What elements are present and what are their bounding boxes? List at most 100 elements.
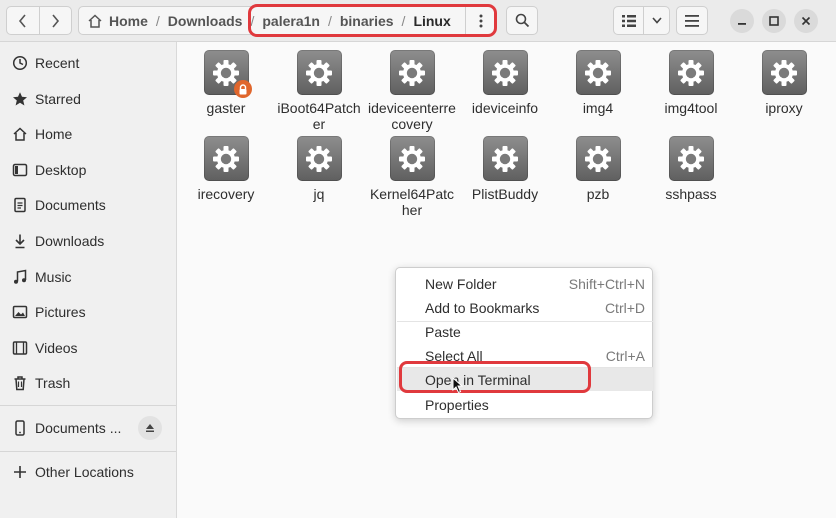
- gear-icon: [771, 59, 797, 86]
- sidebar-item-music[interactable]: Music: [0, 260, 176, 294]
- trash-icon: [12, 375, 28, 391]
- sidebar-item-pictures[interactable]: Pictures: [0, 295, 176, 329]
- sidebar-item-recent[interactable]: Recent: [0, 46, 176, 80]
- minimize-button[interactable]: [730, 9, 754, 33]
- file-name: pzb: [586, 186, 610, 202]
- sidebar-item-home[interactable]: Home: [0, 117, 176, 151]
- file-name: ideviceinfo: [471, 100, 539, 116]
- sidebar-item-label: Trash: [35, 375, 71, 391]
- gear-icon: [492, 59, 518, 86]
- sidebar-item-label: Downloads: [35, 233, 105, 249]
- view-toggle-group: [613, 6, 670, 35]
- eject-button[interactable]: [138, 416, 162, 440]
- music-icon: [12, 269, 28, 285]
- sidebar-item-label: Pictures: [35, 304, 86, 320]
- sidebar-item-label: Starred: [35, 91, 81, 107]
- gear-icon: [399, 145, 425, 172]
- file-item[interactable]: PlistBuddy: [460, 136, 550, 202]
- eject-icon: [146, 424, 154, 432]
- menu-button[interactable]: [676, 6, 708, 35]
- executable-file-icon: [296, 136, 342, 181]
- terminal-highlight-annotation: [399, 361, 591, 393]
- hamburger-icon: [685, 14, 699, 27]
- file-item[interactable]: ideviceinfo: [460, 50, 550, 116]
- search-icon: [515, 13, 529, 28]
- sidebar-item-trash[interactable]: Trash: [0, 366, 176, 400]
- menu-item-add-to-bookmarks[interactable]: Add to Bookmarks Ctrl+D: [397, 296, 653, 319]
- home-icon: [12, 126, 28, 142]
- sidebar-item-label: Music: [35, 269, 72, 285]
- maximize-button[interactable]: [762, 9, 786, 33]
- executable-file-icon: [389, 50, 435, 95]
- sidebar-item-videos[interactable]: Videos: [0, 331, 176, 365]
- executable-file-icon: [482, 136, 528, 181]
- menu-item-label: Add to Bookmarks: [425, 299, 540, 316]
- file-item[interactable]: irecovery: [181, 136, 271, 202]
- chevron-down-icon: [651, 17, 662, 24]
- file-item[interactable]: iproxy: [739, 50, 829, 116]
- sidebar-item-label: Home: [35, 126, 73, 142]
- menu-item-new-folder[interactable]: New Folder Shift+Ctrl+N: [397, 272, 653, 295]
- chevron-right-icon: [52, 13, 60, 28]
- gear-icon: [306, 145, 332, 172]
- sidebar-item-desktop[interactable]: Desktop: [0, 153, 176, 187]
- file-name: Kernel64Patcher: [369, 186, 455, 218]
- sidebar-item-other-locations[interactable]: Other Locations: [0, 455, 176, 489]
- path-separator: /: [155, 12, 160, 29]
- list-view-button[interactable]: [614, 7, 644, 34]
- sidebar-item-label: Documents: [35, 197, 106, 213]
- executable-file-icon: [668, 50, 714, 95]
- executable-file-icon: [575, 50, 621, 95]
- desktop-icon: [12, 162, 28, 178]
- file-item[interactable]: img4tool: [646, 50, 736, 116]
- executable-file-icon: [296, 50, 342, 95]
- gear-icon: [585, 59, 611, 86]
- path-segment-downloads[interactable]: Downloads: [168, 7, 243, 34]
- file-item[interactable]: img4: [553, 50, 643, 116]
- menu-item-label: Properties: [425, 396, 489, 413]
- gear-icon: [678, 59, 704, 86]
- view-options-button[interactable]: [644, 7, 669, 34]
- file-item[interactable]: sshpass: [646, 136, 736, 202]
- file-item[interactable]: ideviceenterrecovery: [367, 50, 457, 132]
- sidebar-item-label: Recent: [35, 55, 80, 71]
- back-button[interactable]: [7, 7, 39, 34]
- file-name: sshpass: [665, 186, 717, 202]
- sidebar-item-starred[interactable]: Starred: [0, 82, 176, 116]
- sidebar-item-documents[interactable]: Documents: [0, 188, 176, 222]
- path-home[interactable]: Home: [79, 7, 148, 34]
- executable-file-icon: [389, 136, 435, 181]
- picture-icon: [12, 304, 28, 320]
- file-name: img4: [582, 100, 614, 116]
- sidebar: Recent Starred Home Desktop Documents Do…: [0, 42, 177, 518]
- file-name: PlistBuddy: [471, 186, 539, 202]
- sidebar-divider: [0, 405, 176, 406]
- video-icon: [12, 340, 28, 356]
- sidebar-item-device[interactable]: Documents ...: [0, 411, 176, 445]
- phone-icon: [12, 420, 28, 436]
- file-item[interactable]: iBoot64Patcher: [274, 50, 364, 132]
- file-name: ideviceenterrecovery: [368, 100, 456, 132]
- gear-icon: [585, 145, 611, 172]
- menu-item-paste[interactable]: Paste: [397, 320, 653, 343]
- path-highlight-annotation: [248, 4, 497, 37]
- close-button[interactable]: [794, 9, 818, 33]
- file-item[interactable]: gaster: [181, 50, 271, 116]
- gear-icon: [678, 145, 704, 172]
- close-icon: [801, 16, 811, 26]
- plus-icon: [12, 464, 28, 480]
- forward-button[interactable]: [38, 7, 72, 34]
- file-item[interactable]: Kernel64Patcher: [367, 136, 457, 218]
- header-bar: Home / Downloads / palera1n / binaries /…: [0, 0, 836, 42]
- file-item[interactable]: jq: [274, 136, 364, 202]
- document-icon: [12, 197, 28, 213]
- file-item[interactable]: pzb: [553, 136, 643, 202]
- clock-icon: [12, 55, 28, 71]
- search-button[interactable]: [506, 6, 538, 35]
- sidebar-divider: [0, 451, 176, 452]
- sidebar-item-downloads[interactable]: Downloads: [0, 224, 176, 258]
- menu-item-properties[interactable]: Properties: [397, 393, 653, 416]
- path-segment-label: Downloads: [167, 12, 243, 29]
- star-icon: [12, 91, 28, 107]
- file-name: iproxy: [765, 100, 803, 116]
